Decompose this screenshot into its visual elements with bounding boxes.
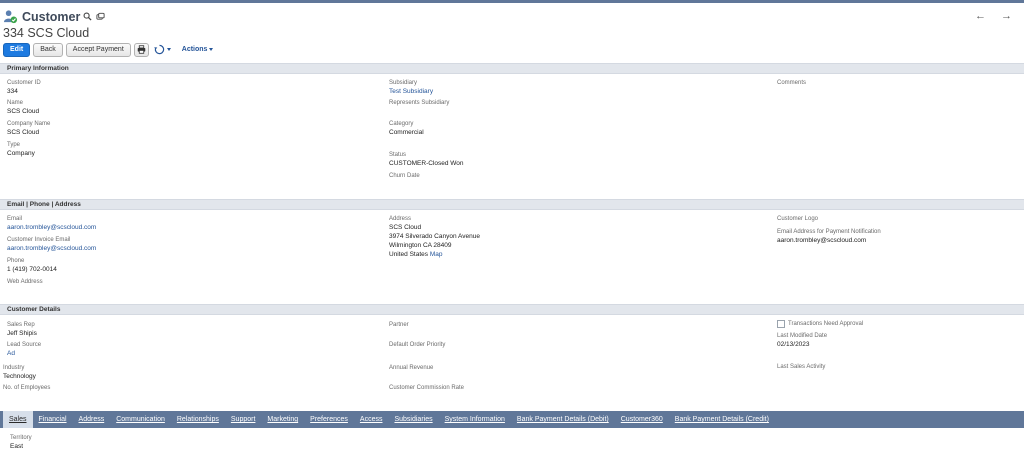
name-label: Name bbox=[7, 100, 24, 106]
related-records-icon[interactable] bbox=[96, 12, 105, 21]
tab-bank-payment-debit[interactable]: Bank Payment Details (Debit) bbox=[511, 411, 615, 428]
name-value: SCS Cloud bbox=[7, 108, 40, 115]
record-header: Customer 334 SCS Cloud ← → bbox=[0, 4, 1024, 40]
print-button[interactable] bbox=[133, 42, 149, 57]
type-value: Company bbox=[7, 150, 35, 157]
tab-communication[interactable]: Communication bbox=[110, 411, 171, 428]
phone-value: 1 (419) 702-0014 bbox=[7, 266, 57, 273]
tab-system-information[interactable]: System Information bbox=[439, 411, 511, 428]
tab-customer360[interactable]: Customer360 bbox=[615, 411, 669, 428]
tab-marketing[interactable]: Marketing bbox=[261, 411, 304, 428]
address-line-4: United States Map bbox=[389, 251, 443, 258]
transactions-need-approval-label: Transactions Need Approval bbox=[788, 321, 864, 327]
territory-value: East bbox=[10, 443, 24, 450]
tab-relationships[interactable]: Relationships bbox=[171, 411, 225, 428]
invoice-email-label: Customer Invoice Email bbox=[7, 237, 71, 243]
tab-financial[interactable]: Financial bbox=[33, 411, 73, 428]
partner-label: Partner bbox=[389, 322, 409, 328]
company-name-value: SCS Cloud bbox=[7, 129, 40, 136]
status-label: Status bbox=[389, 152, 407, 158]
category-value: Commercial bbox=[389, 129, 424, 136]
chevron-down-icon bbox=[209, 48, 214, 51]
invoice-email-link[interactable]: aaron.trombley@scscloud.com bbox=[7, 245, 96, 252]
actions-label: Actions bbox=[181, 46, 208, 53]
section-email-phone-address[interactable]: Email | Phone | Address bbox=[0, 199, 1024, 210]
record-nav-arrows[interactable]: ← → bbox=[975, 10, 1018, 22]
history-icon bbox=[153, 44, 164, 55]
tab-address[interactable]: Address bbox=[73, 411, 111, 428]
type-label: Type bbox=[7, 142, 21, 148]
address-label: Address bbox=[389, 216, 412, 222]
email-label: Email bbox=[7, 216, 23, 222]
action-button-row: Edit Back Accept Payment Actions bbox=[3, 42, 214, 57]
commission-rate-label: Customer Commission Rate bbox=[389, 385, 465, 391]
last-modified-label: Last Modified Date bbox=[777, 333, 828, 339]
payment-notification-label: Email Address for Payment Notification bbox=[777, 229, 881, 235]
subsidiary-link[interactable]: Test Subsidiary bbox=[389, 88, 433, 95]
lead-source-label: Lead Source bbox=[7, 342, 42, 348]
phone-label: Phone bbox=[7, 258, 25, 264]
tab-support[interactable]: Support bbox=[225, 411, 262, 428]
category-label: Category bbox=[389, 121, 414, 127]
chevron-down-icon bbox=[166, 48, 171, 51]
last-modified-value: 02/13/2023 bbox=[777, 341, 810, 348]
tab-access[interactable]: Access bbox=[354, 411, 389, 428]
record-title: 334 SCS Cloud bbox=[3, 26, 90, 40]
sales-rep-label: Sales Rep bbox=[7, 322, 35, 328]
map-link[interactable]: Map bbox=[430, 251, 443, 258]
address-line-3: Wilmington CA 28409 bbox=[389, 242, 452, 249]
churn-date-label: Churn Date bbox=[389, 173, 420, 179]
subsidiary-label: Subsidiary bbox=[389, 80, 418, 86]
tab-subsidiaries[interactable]: Subsidiaries bbox=[388, 411, 438, 428]
employees-label: No. of Employees bbox=[3, 385, 51, 391]
subtab-bar: Sales Financial Address Communication Re… bbox=[0, 411, 1024, 428]
transactions-need-approval-checkbox[interactable] bbox=[777, 320, 785, 328]
history-menu[interactable] bbox=[153, 44, 171, 55]
search-icon[interactable] bbox=[83, 12, 92, 21]
company-name-label: Company Name bbox=[7, 121, 51, 127]
annual-revenue-label: Annual Revenue bbox=[389, 365, 434, 371]
customer-logo-label: Customer Logo bbox=[777, 216, 819, 222]
industry-label: Industry bbox=[3, 365, 25, 371]
section-primary-information[interactable]: Primary Information bbox=[0, 63, 1024, 74]
tab-sales[interactable]: Sales bbox=[3, 411, 33, 428]
sales-rep-value: Jeff Shipis bbox=[7, 330, 37, 337]
customer-id-value: 334 bbox=[7, 88, 18, 95]
customer-id-label: Customer ID bbox=[7, 80, 41, 86]
email-link[interactable]: aaron.trombley@scscloud.com bbox=[7, 224, 96, 231]
address-country: United States bbox=[389, 251, 429, 258]
accept-payment-button[interactable]: Accept Payment bbox=[65, 42, 131, 57]
order-priority-label: Default Order Priority bbox=[389, 342, 446, 348]
record-type-label: Customer bbox=[22, 10, 81, 24]
status-value: CUSTOMER-Closed Won bbox=[389, 160, 464, 167]
back-button[interactable]: Back bbox=[33, 42, 63, 57]
address-line-2: 3974 Silverado Canyon Avenue bbox=[389, 233, 480, 240]
last-sales-activity-label: Last Sales Activity bbox=[777, 364, 826, 370]
tab-preferences[interactable]: Preferences bbox=[304, 411, 354, 428]
top-accent-bar bbox=[0, 0, 1024, 3]
lead-source-link[interactable]: Ad bbox=[7, 350, 15, 357]
web-address-label: Web Address bbox=[7, 279, 43, 285]
actions-menu[interactable]: Actions bbox=[182, 46, 214, 53]
comments-label: Comments bbox=[777, 80, 807, 86]
territory-label: Territory bbox=[10, 435, 32, 441]
customer-icon bbox=[3, 10, 18, 24]
section-customer-details[interactable]: Customer Details bbox=[0, 304, 1024, 315]
payment-notification-value: aaron.trombley@scscloud.com bbox=[777, 237, 867, 244]
printer-icon bbox=[137, 45, 146, 54]
edit-button[interactable]: Edit bbox=[3, 42, 31, 57]
industry-value: Technology bbox=[3, 373, 36, 380]
represents-subsidiary-label: Represents Subsidiary bbox=[389, 100, 450, 106]
tab-bank-payment-credit[interactable]: Bank Payment Details (Credit) bbox=[669, 411, 775, 428]
address-line-1: SCS Cloud bbox=[389, 224, 422, 231]
